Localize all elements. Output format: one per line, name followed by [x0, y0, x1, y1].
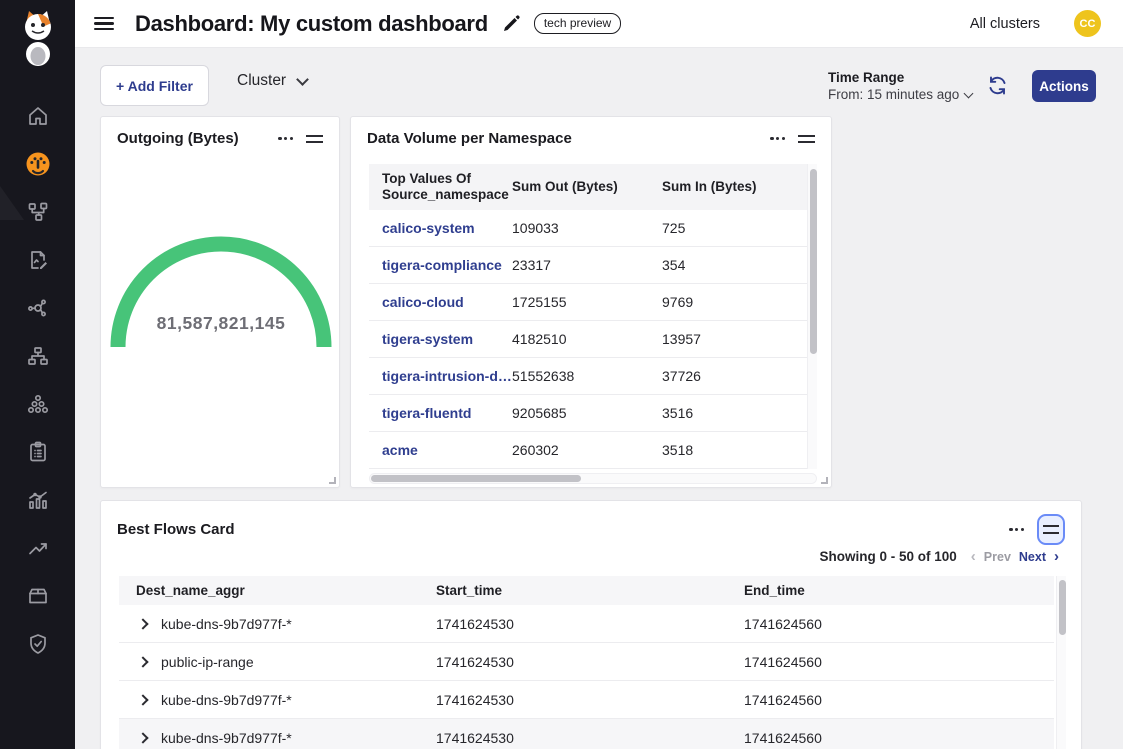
namespace-link[interactable]: tigera-compliance [369, 257, 512, 273]
sidebar-nav [0, 92, 75, 668]
namespace-link[interactable]: calico-cloud [369, 294, 512, 310]
cluster-dropdown[interactable]: Cluster [237, 72, 307, 90]
prev-button[interactable]: Prev [984, 550, 1011, 564]
column-header: Sum Out (Bytes) [512, 179, 662, 195]
namespace-link[interactable]: tigera-intrusion-d… [369, 368, 512, 384]
nav-home-icon[interactable] [0, 92, 75, 140]
time-range-control[interactable]: Time Range From: 15 minutes ago [828, 70, 972, 102]
time-range-value[interactable]: From: 15 minutes ago [828, 87, 972, 102]
resize-handle[interactable] [821, 477, 828, 484]
expand-chevron-icon[interactable] [137, 694, 148, 705]
best-flows-card-header: Best Flows Card [101, 501, 1081, 553]
outgoing-card-header: Outgoing (Bytes) [101, 117, 339, 155]
horizontal-scrollbar[interactable] [369, 473, 817, 484]
resize-handle[interactable] [329, 477, 336, 484]
column-header: Top Values Of Source_namespace [369, 171, 512, 203]
namespace-table: Top Values Of Source_namespace Sum Out (… [369, 164, 817, 469]
nav-connections-icon[interactable] [0, 284, 75, 332]
outgoing-bytes-card: Outgoing (Bytes) 81,587,821,145 [100, 116, 340, 488]
topbar: Dashboard: My custom dashboard tech prev… [75, 0, 1123, 48]
table-row: tigera-fluentd 9205685 3516 [369, 395, 817, 432]
column-header: Sum In (Bytes) [662, 179, 782, 195]
column-header: Start_time [436, 583, 744, 598]
avatar[interactable]: CC [1074, 10, 1101, 37]
nav-clipboard-icon[interactable] [0, 428, 75, 476]
menu-hamburger-icon[interactable] [94, 17, 114, 31]
scrollbar-thumb[interactable] [371, 475, 581, 482]
scrollbar-thumb[interactable] [810, 169, 817, 354]
card-menu-icon[interactable] [1009, 524, 1024, 535]
nav-sitemap-icon[interactable] [0, 332, 75, 380]
nav-shield-check-icon[interactable] [0, 620, 75, 668]
card-drag-handle-icon-focused[interactable] [1037, 514, 1065, 545]
next-chevron-icon[interactable]: › [1054, 549, 1059, 564]
flows-table-header: Dest_name_aggr Start_time End_time [119, 576, 1054, 605]
refresh-icon[interactable] [987, 75, 1008, 101]
card-menu-icon[interactable] [770, 133, 785, 144]
table-row: kube-dns-9b7d977f-* 1741624530 174162456… [119, 681, 1054, 719]
pagination: Showing 0 - 50 of 100 ‹ Prev Next › [820, 549, 1059, 564]
prev-chevron-icon[interactable]: ‹ [971, 549, 976, 564]
table-row: kube-dns-9b7d977f-* 1741624530 174162456… [119, 605, 1054, 643]
sidebar [0, 0, 75, 749]
namespace-link[interactable]: calico-system [369, 220, 512, 236]
cluster-dropdown-label: Cluster [237, 72, 286, 90]
expand-chevron-icon[interactable] [137, 618, 148, 629]
column-header: End_time [744, 583, 1054, 598]
time-range-label: Time Range [828, 70, 972, 85]
table-row: tigera-system 4182510 13957 [369, 321, 817, 358]
scrollbar-thumb[interactable] [1059, 580, 1066, 635]
calico-logo[interactable] [17, 8, 59, 71]
data-volume-card-header: Data Volume per Namespace [351, 117, 831, 155]
table-row: calico-system 109033 725 [369, 210, 817, 247]
table-row: public-ip-range 1741624530 1741624560 [119, 643, 1054, 681]
app-root: Dashboard: My custom dashboard tech prev… [0, 0, 1123, 749]
add-filter-button[interactable]: + Add Filter [100, 65, 209, 106]
column-header: Dest_name_aggr [119, 583, 436, 598]
actions-button[interactable]: Actions [1032, 70, 1096, 102]
nav-service-graph-icon[interactable] [0, 188, 75, 236]
chevron-down-icon [964, 88, 974, 98]
namespace-link[interactable]: tigera-system [369, 331, 512, 347]
pagination-showing: Showing 0 - 50 of 100 [820, 549, 957, 564]
card-drag-handle-icon[interactable] [798, 132, 815, 146]
namespace-table-header: Top Values Of Source_namespace Sum Out (… [369, 164, 817, 210]
next-button[interactable]: Next [1019, 550, 1046, 564]
card-menu-icon[interactable] [278, 133, 293, 144]
chevron-down-icon [296, 73, 309, 86]
table-row: tigera-intrusion-d… 51552638 37726 [369, 358, 817, 395]
nav-trend-icon[interactable] [0, 524, 75, 572]
vertical-scrollbar[interactable] [1056, 576, 1066, 749]
data-volume-card-title: Data Volume per Namespace [367, 130, 572, 147]
best-flows-card-title: Best Flows Card [117, 521, 235, 538]
nav-report-icon[interactable] [0, 236, 75, 284]
page-title: Dashboard: My custom dashboard [135, 11, 488, 37]
edit-pencil-icon[interactable] [502, 15, 520, 33]
expand-chevron-icon[interactable] [137, 656, 148, 667]
nav-statistics-icon[interactable] [0, 476, 75, 524]
gauge-value: 81,587,821,145 [101, 313, 341, 334]
card-drag-handle-icon[interactable] [306, 132, 323, 146]
table-row: kube-dns-9b7d977f-* 1741624530 174162456… [119, 719, 1054, 749]
best-flows-card: Best Flows Card Showing 0 - 50 of 100 ‹ … [100, 500, 1082, 749]
gauge-chart [101, 177, 341, 372]
table-row: acme 260302 3518 [369, 432, 817, 469]
namespace-link[interactable]: acme [369, 442, 512, 458]
nav-clusters-icon[interactable] [0, 380, 75, 428]
nav-dashboard-gauge-icon[interactable] [0, 140, 75, 188]
data-volume-card: Data Volume per Namespace Top Values Of … [350, 116, 832, 488]
table-row: calico-cloud 1725155 9769 [369, 284, 817, 321]
vertical-scrollbar[interactable] [807, 164, 817, 469]
namespace-link[interactable]: tigera-fluentd [369, 405, 512, 421]
topbar-right: All clusters CC [970, 10, 1101, 37]
cluster-scope-label[interactable]: All clusters [970, 16, 1040, 32]
outgoing-card-title: Outgoing (Bytes) [117, 130, 239, 147]
tech-preview-badge: tech preview [534, 13, 621, 34]
flows-table: Dest_name_aggr Start_time End_time kube-… [119, 576, 1054, 749]
expand-chevron-icon[interactable] [137, 732, 148, 743]
nav-package-icon[interactable] [0, 572, 75, 620]
table-row: tigera-compliance 23317 354 [369, 247, 817, 284]
